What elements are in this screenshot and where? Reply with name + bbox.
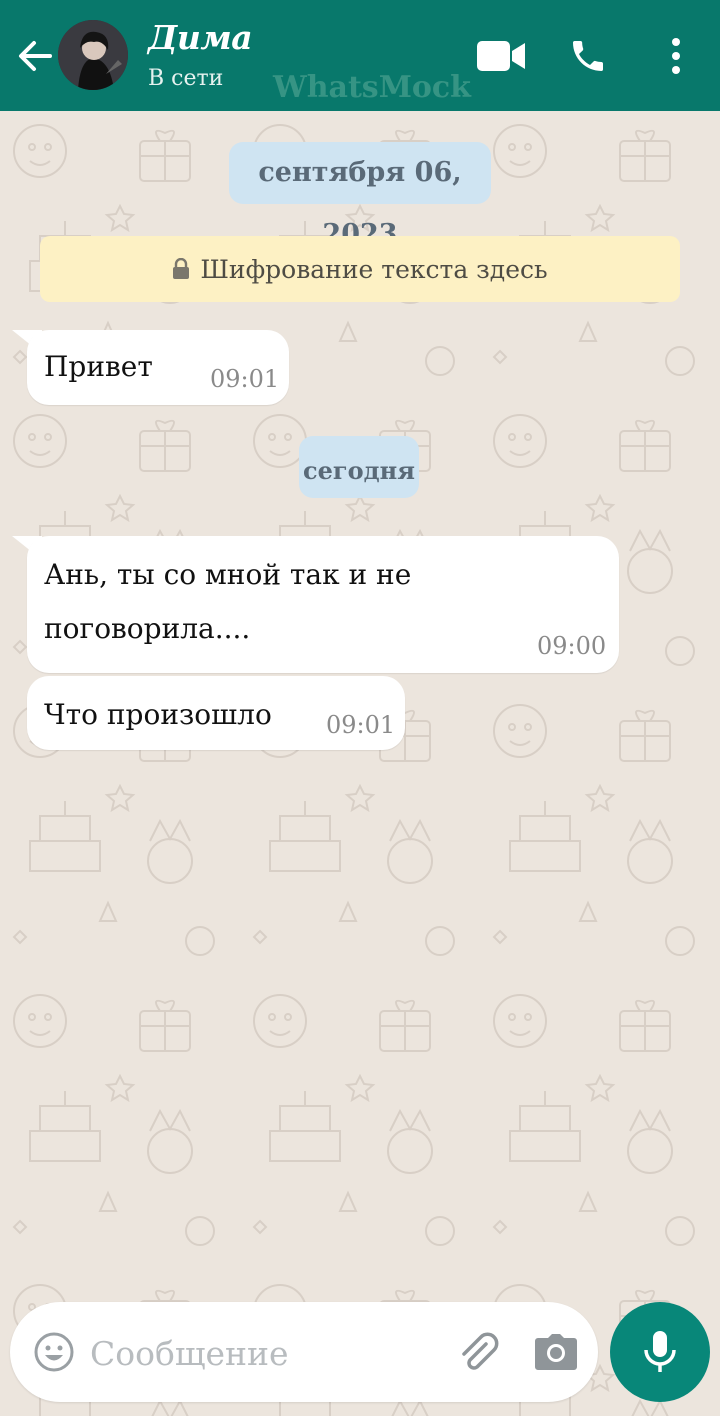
date-chip: сентября 06, 2023 [229, 142, 491, 250]
video-call-button[interactable] [476, 38, 526, 78]
back-arrow-icon [19, 41, 52, 71]
more-vert-icon [672, 38, 680, 74]
message-input[interactable]: Сообщение [10, 1302, 598, 1402]
camera-icon [535, 1334, 577, 1370]
message-text: Что произошло [44, 698, 272, 731]
camera-button[interactable] [534, 1332, 578, 1376]
chat-header: Дима В сети WhatsMock [0, 0, 720, 111]
message-input-placeholder: Сообщение [90, 1334, 289, 1373]
lock-icon [173, 258, 190, 279]
message-bubble[interactable]: Привет 09:01 [27, 330, 289, 405]
avatar[interactable] [58, 20, 128, 90]
watermark: WhatsMock [273, 70, 471, 105]
message-text-line: Ань, ты со мной так и не [44, 558, 412, 591]
emoji-button[interactable] [34, 1332, 74, 1376]
voice-call-button[interactable] [568, 36, 608, 80]
attach-icon [462, 1332, 499, 1370]
encryption-notice-text: Шифрование текста здесь [200, 254, 548, 284]
mic-icon [644, 1331, 676, 1372]
message-time: 09:01 [326, 711, 396, 739]
message-time: 09:00 [537, 632, 607, 660]
back-button[interactable] [14, 36, 54, 76]
emoji-icon [34, 1332, 74, 1372]
message-time: 09:01 [210, 365, 280, 393]
contact-name[interactable]: Дима [148, 18, 253, 57]
message-bubble[interactable]: Ань, ты со мной так и не поговорила.... … [27, 536, 619, 673]
more-options-button[interactable] [664, 36, 688, 80]
encryption-notice[interactable]: Шифрование текста здесь [40, 236, 680, 302]
chat-wallpaper [0, 111, 720, 1416]
date-chip: сегодня [299, 436, 419, 498]
voice-message-button[interactable] [610, 1302, 710, 1402]
message-text: Привет [44, 350, 153, 383]
message-text-line: поговорила.... [44, 612, 251, 645]
phone-icon [573, 41, 603, 71]
video-call-icon [477, 41, 525, 71]
attach-button[interactable] [456, 1330, 500, 1378]
contact-status: В сети [148, 66, 224, 91]
message-bubble[interactable]: Что произошло 09:01 [27, 676, 405, 750]
